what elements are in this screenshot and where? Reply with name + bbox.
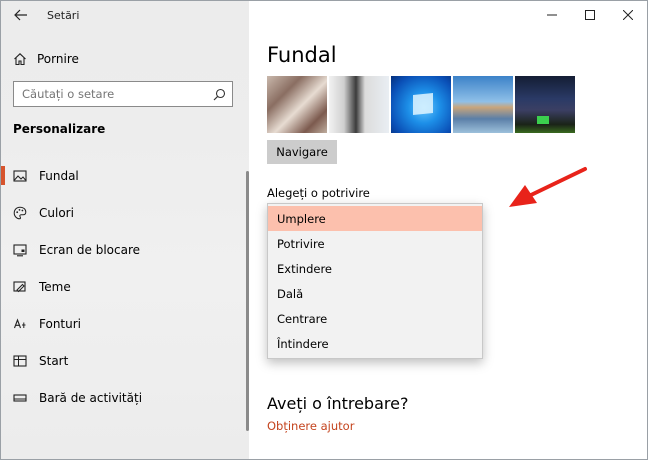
search-button[interactable] xyxy=(206,82,232,106)
recent-backgrounds xyxy=(267,76,575,133)
background-thumbnail[interactable] xyxy=(267,76,327,133)
search-input[interactable] xyxy=(14,87,206,101)
fit-dropdown-list[interactable]: Umplere Potrivire Extindere Dală Centrar… xyxy=(267,203,483,359)
sidebar: Setări Pornire Personalizare xyxy=(1,1,249,459)
fit-option-center[interactable]: Centrare xyxy=(268,306,482,331)
fit-label: Alegeți o potrivire xyxy=(267,186,370,200)
palette-icon xyxy=(13,206,27,219)
sidebar-item-label: Start xyxy=(39,353,69,368)
sidebar-item-label: Culori xyxy=(39,205,74,220)
sidebar-item-home[interactable]: Pornire xyxy=(13,49,79,69)
fit-option-fit[interactable]: Potrivire xyxy=(268,231,482,256)
fit-option-tile[interactable]: Dală xyxy=(268,281,482,306)
search-icon xyxy=(213,88,225,100)
sidebar-item-home-label: Pornire xyxy=(37,52,79,66)
get-help-link[interactable]: Obținere ajutor xyxy=(267,419,354,433)
sidebar-item-taskbar[interactable]: Bară de activități xyxy=(1,379,247,416)
background-thumbnail[interactable] xyxy=(515,76,575,133)
app-title: Setări xyxy=(47,8,80,22)
background-thumbnail[interactable] xyxy=(329,76,389,133)
sidebar-item-themes[interactable]: Teme xyxy=(1,268,247,305)
search-box[interactable] xyxy=(13,81,233,107)
fit-option-span[interactable]: Întindere xyxy=(268,331,482,356)
windows-logo-icon xyxy=(413,92,433,116)
fit-option-stretch[interactable]: Extindere xyxy=(268,256,482,281)
sidebar-item-label: Teme xyxy=(39,279,71,294)
home-icon xyxy=(14,53,26,66)
sidebar-item-background[interactable]: Fundal xyxy=(1,157,247,194)
sidebar-item-colors[interactable]: Culori xyxy=(1,194,247,231)
background-thumbnail[interactable] xyxy=(453,76,513,133)
sidebar-item-label: Fundal xyxy=(39,168,79,183)
settings-window: Setări Pornire Personalizare xyxy=(0,0,648,460)
start-menu-icon xyxy=(13,354,27,367)
sidebar-item-start[interactable]: Start xyxy=(1,342,247,379)
brush-icon xyxy=(13,280,26,292)
back-arrow-icon xyxy=(14,9,27,21)
fit-option-fill[interactable]: Umplere xyxy=(268,206,482,231)
sidebar-item-lock-screen[interactable]: Ecran de blocare xyxy=(1,231,247,268)
page-title: Fundal xyxy=(267,43,337,67)
tent-icon xyxy=(537,116,549,124)
sidebar-item-label: Bară de activități xyxy=(39,390,143,405)
sidebar-item-label: Ecran de blocare xyxy=(39,242,140,257)
font-icon xyxy=(13,317,26,328)
back-button[interactable] xyxy=(1,1,41,29)
titlebar-left: Setări xyxy=(1,1,249,29)
background-thumbnail[interactable] xyxy=(391,76,451,133)
section-title: Personalizare xyxy=(13,122,106,136)
sidebar-nav: Fundal Culori Ecran de blocare Teme Font… xyxy=(1,157,247,416)
sidebar-item-fonts[interactable]: Fonturi xyxy=(1,305,247,342)
sidebar-item-label: Fonturi xyxy=(39,316,81,331)
main-panel: Fundal Navigare Alegeți o potrivire Umpl… xyxy=(249,1,647,459)
picture-icon xyxy=(13,169,27,182)
browse-button[interactable]: Navigare xyxy=(267,140,337,164)
question-heading: Aveți o întrebare? xyxy=(267,394,409,413)
taskbar-icon xyxy=(13,393,27,402)
lock-screen-icon xyxy=(13,243,27,256)
annotation-arrow-icon xyxy=(509,167,587,207)
